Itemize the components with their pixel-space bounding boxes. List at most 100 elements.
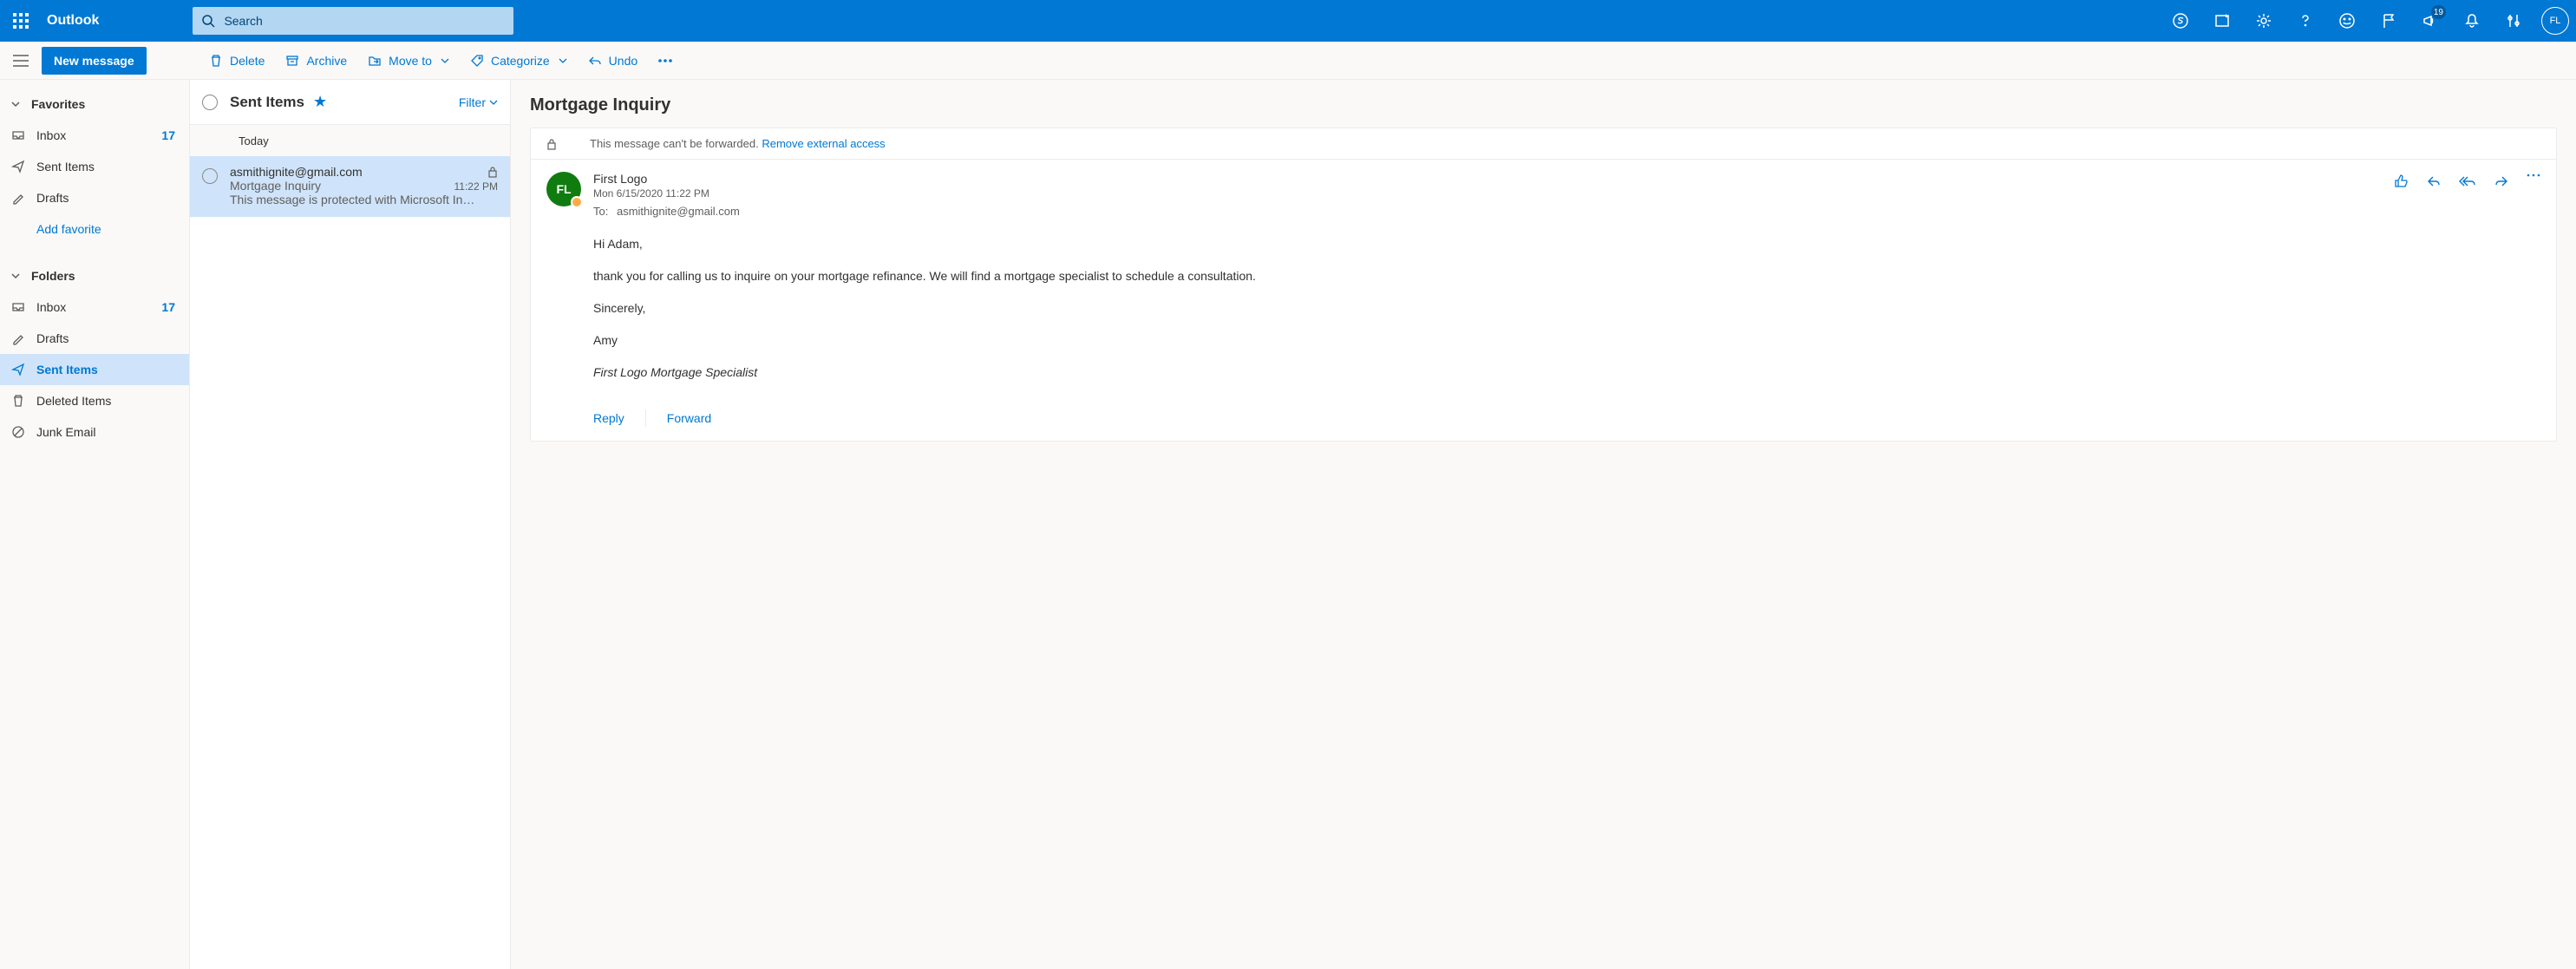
select-all-checkbox[interactable] xyxy=(202,95,218,110)
categorize-label: Categorize xyxy=(491,54,550,68)
trash-icon xyxy=(209,54,223,68)
chevron-down-icon xyxy=(10,271,21,281)
message-from: asmithignite@gmail.com xyxy=(230,165,363,179)
ellipsis-icon xyxy=(658,59,672,62)
nav-item-count: 17 xyxy=(161,128,175,142)
send-icon xyxy=(10,160,26,174)
settings-button[interactable] xyxy=(2243,0,2285,42)
body-line: Amy xyxy=(593,331,2540,350)
remove-access-link[interactable]: Remove external access xyxy=(762,137,885,150)
nav-item-label: Drafts xyxy=(36,331,69,345)
nav-toggle-button[interactable] xyxy=(5,45,36,76)
new-message-button[interactable]: New message xyxy=(42,47,147,75)
move-to-button[interactable]: Move to xyxy=(359,45,458,76)
sender-block: First Logo Mon 6/15/2020 11:22 PM To: as… xyxy=(593,172,2381,218)
search-container xyxy=(193,7,513,35)
nav-folder-deleted[interactable]: Deleted Items xyxy=(0,385,189,416)
reply-row: Reply Forward xyxy=(531,403,2556,441)
message-time: 11:22 PM xyxy=(454,180,498,193)
lock-icon xyxy=(487,166,498,178)
reply-button[interactable] xyxy=(2426,174,2442,189)
search-icon xyxy=(201,14,215,28)
undo-button[interactable]: Undo xyxy=(579,45,646,76)
draft-icon xyxy=(10,191,26,205)
message-card: This message can't be forwarded. Remove … xyxy=(530,128,2557,442)
nav-fav-inbox[interactable]: Inbox 17 xyxy=(0,120,189,151)
message-item[interactable]: asmithignite@gmail.com Mortgage Inquiry … xyxy=(190,156,510,218)
divider xyxy=(645,409,646,427)
folder-nav: Favorites Inbox 17 Sent Items Drafts Add… xyxy=(0,80,190,969)
add-favorite-button[interactable]: Add favorite xyxy=(0,213,189,245)
search-input[interactable] xyxy=(224,14,505,28)
forward-link[interactable]: Forward xyxy=(667,411,711,425)
move-to-label: Move to xyxy=(389,54,432,68)
ellipsis-icon xyxy=(2527,174,2540,177)
delete-button[interactable]: Delete xyxy=(200,45,273,76)
recipients-line: To: asmithignite@gmail.com xyxy=(593,205,2381,218)
categorize-button[interactable]: Categorize xyxy=(461,45,576,76)
sender-initials: FL xyxy=(556,182,571,196)
nav-folder-sent[interactable]: Sent Items xyxy=(0,354,189,385)
search-box[interactable] xyxy=(193,7,513,35)
archive-button[interactable]: Archive xyxy=(277,45,356,76)
emoji-icon xyxy=(2338,12,2356,29)
favorite-star-icon[interactable]: ★ xyxy=(313,93,327,111)
notifications-button[interactable] xyxy=(2451,0,2493,42)
message-select-checkbox[interactable] xyxy=(202,168,218,184)
junk-icon xyxy=(10,425,26,439)
announcements-badge: 19 xyxy=(2431,5,2446,19)
customize-button[interactable] xyxy=(2493,0,2534,42)
nav-folder-inbox[interactable]: Inbox 17 xyxy=(0,291,189,323)
add-favorite-label: Add favorite xyxy=(36,222,101,236)
delete-label: Delete xyxy=(230,54,265,68)
more-actions-button[interactable] xyxy=(2527,174,2540,177)
reply-icon xyxy=(2426,174,2442,189)
protection-notice: This message can't be forwarded. Remove … xyxy=(531,128,2556,160)
inbox-icon xyxy=(10,128,26,142)
nav-folder-junk[interactable]: Junk Email xyxy=(0,416,189,448)
message-actions xyxy=(2393,172,2540,218)
skype-button[interactable] xyxy=(2160,0,2201,42)
flag-button[interactable] xyxy=(2368,0,2409,42)
like-button[interactable] xyxy=(2393,174,2409,189)
filter-label: Filter xyxy=(459,95,486,109)
help-button[interactable] xyxy=(2285,0,2326,42)
sliders-icon xyxy=(2505,12,2522,29)
folders-header[interactable]: Folders xyxy=(0,260,189,291)
nav-fav-sent[interactable]: Sent Items xyxy=(0,151,189,182)
tag-icon xyxy=(470,54,484,68)
nav-folder-drafts[interactable]: Drafts xyxy=(0,323,189,354)
nav-item-label: Junk Email xyxy=(36,425,95,439)
chevron-down-icon xyxy=(10,99,21,109)
message-preview: This message is protected with Microsoft… xyxy=(230,193,498,206)
app-launcher-button[interactable] xyxy=(0,0,42,42)
nav-item-label: Deleted Items xyxy=(36,394,111,408)
header-icons: 19 FL xyxy=(2160,0,2569,42)
reply-all-icon xyxy=(2459,174,2476,189)
notes-button[interactable] xyxy=(2201,0,2243,42)
more-commands-button[interactable] xyxy=(650,45,681,76)
sender-avatar[interactable]: FL xyxy=(546,172,581,206)
reading-subject: Mortgage Inquiry xyxy=(530,95,2557,115)
reply-link[interactable]: Reply xyxy=(593,411,624,425)
favorites-header[interactable]: Favorites xyxy=(0,88,189,120)
send-icon xyxy=(10,363,26,376)
reply-all-button[interactable] xyxy=(2459,174,2476,189)
body-line: Hi Adam, xyxy=(593,235,2540,253)
notes-icon xyxy=(2213,12,2231,29)
hamburger-icon xyxy=(13,55,29,67)
forward-button[interactable] xyxy=(2494,174,2509,189)
skype-icon xyxy=(2172,12,2189,29)
nav-fav-drafts[interactable]: Drafts xyxy=(0,182,189,213)
account-avatar[interactable]: FL xyxy=(2541,7,2569,35)
nav-item-count: 17 xyxy=(161,300,175,314)
to-label: To: xyxy=(593,205,608,218)
announcements-button[interactable]: 19 xyxy=(2409,0,2451,42)
filter-button[interactable]: Filter xyxy=(459,95,498,109)
sent-timestamp: Mon 6/15/2020 11:22 PM xyxy=(593,187,2381,200)
emoji-button[interactable] xyxy=(2326,0,2368,42)
message-body: Hi Adam, thank you for calling us to inq… xyxy=(531,221,2556,403)
undo-icon xyxy=(588,54,602,68)
to-value: asmithignite@gmail.com xyxy=(617,205,740,218)
notice-text: This message can't be forwarded. xyxy=(590,137,759,150)
